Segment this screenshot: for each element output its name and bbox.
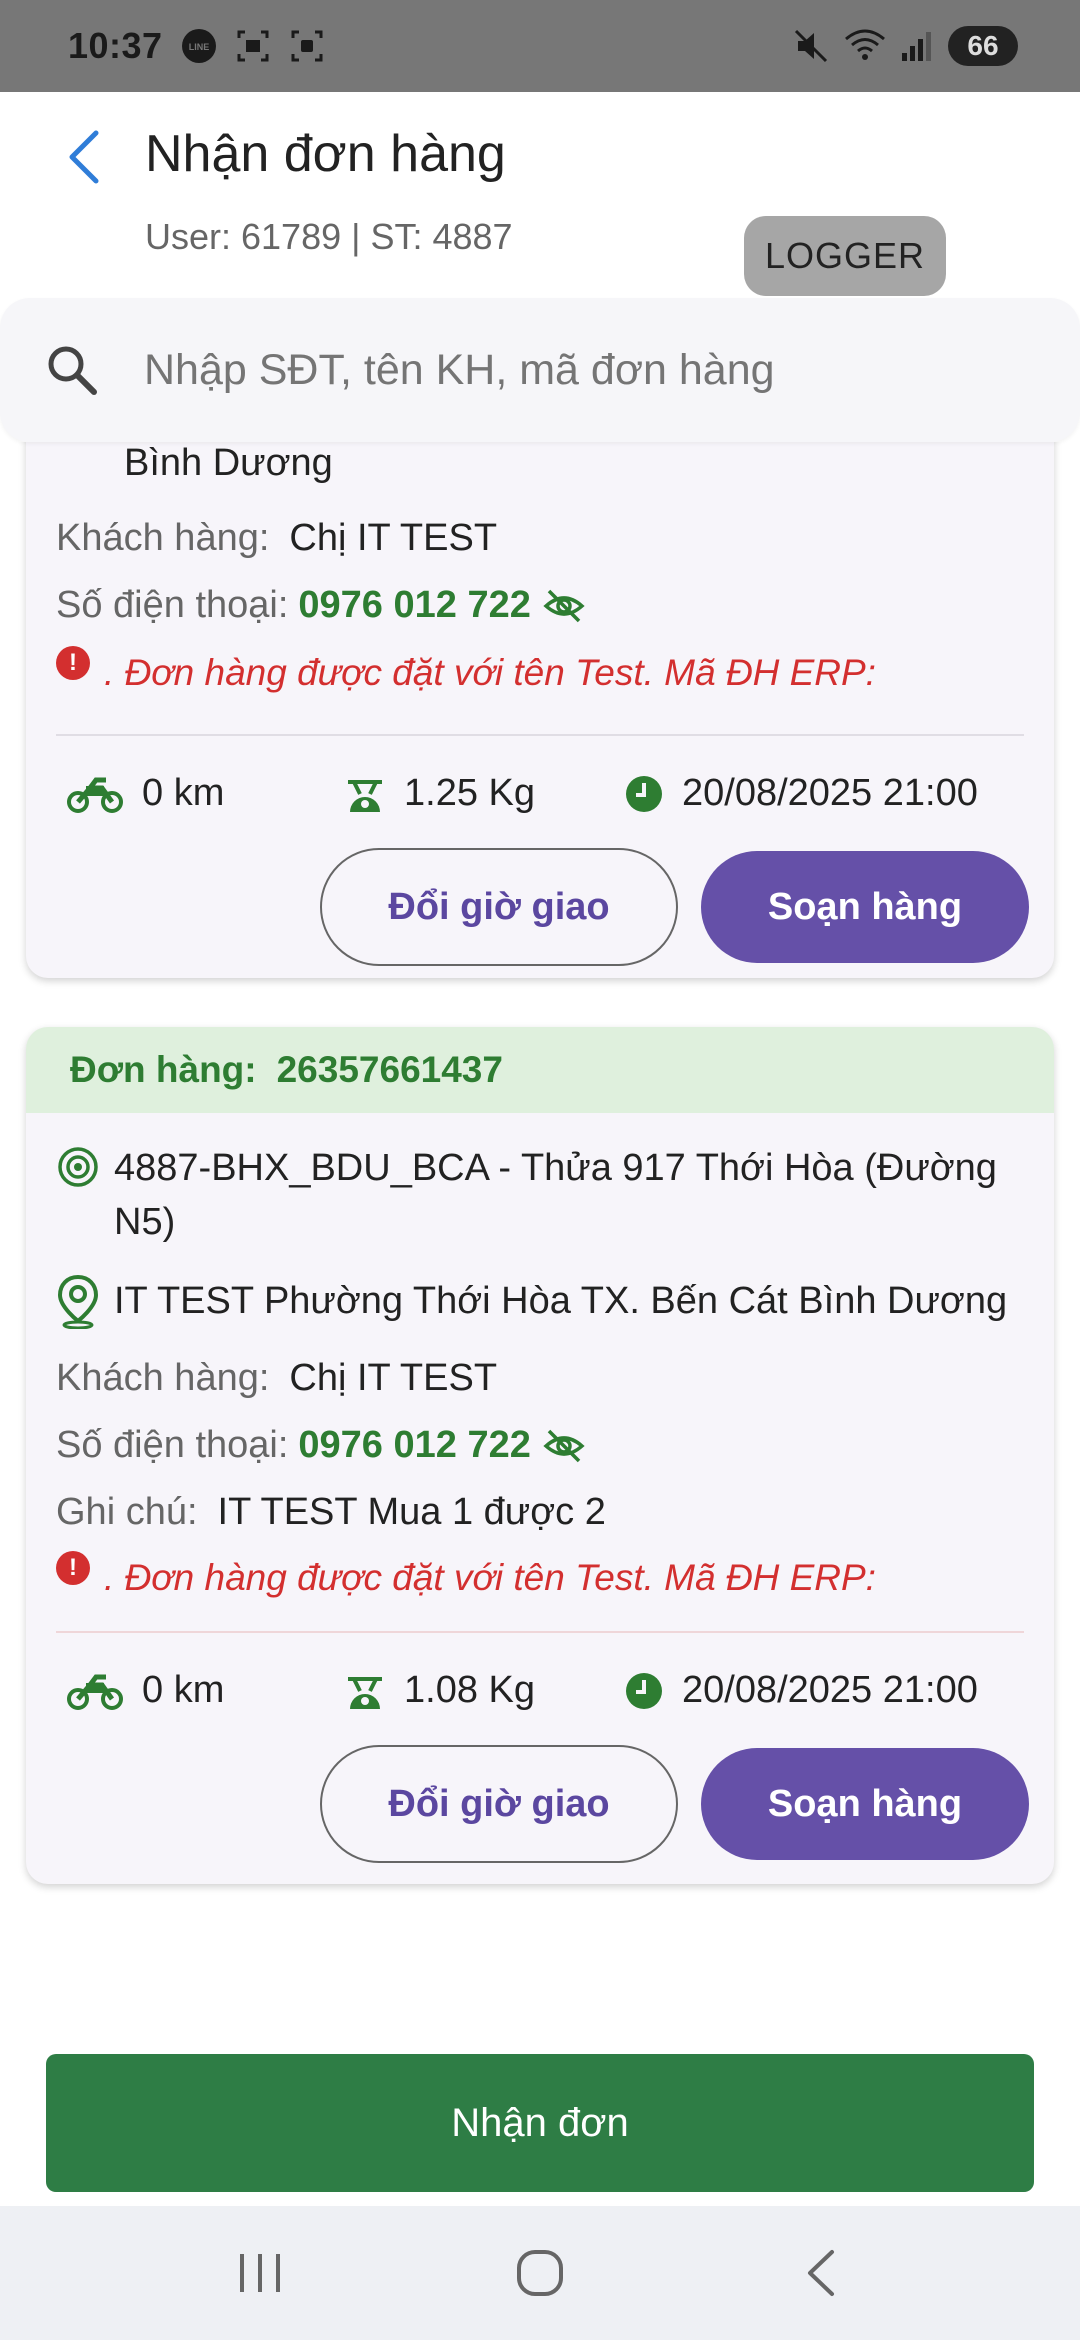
signal-icon	[902, 32, 931, 61]
search-icon	[48, 346, 97, 395]
weight-stat: 1.08 Kg	[344, 1669, 624, 1712]
store-address-line1: 4887-BHX_BDU_BCA - Thửa 917 Thới Hòa (Đư…	[114, 1147, 997, 1189]
order-label: Đơn hàng:	[70, 1049, 257, 1090]
status-bar: 10:37 LINE 66	[0, 0, 1080, 92]
prepare-order-button[interactable]: Soạn hàng	[701, 851, 1029, 963]
customer-name: Chị IT TEST	[289, 517, 498, 559]
system-nav-bar	[0, 2206, 1080, 2340]
delivery-time-stat: 20/08/2025 21:00	[624, 772, 978, 815]
search-bar[interactable]	[0, 298, 1080, 442]
note-row: Ghi chú: IT TEST Mua 1 được 2	[56, 1491, 606, 1534]
change-delivery-time-button[interactable]: Đổi giờ giao	[320, 1745, 678, 1863]
mute-icon	[794, 29, 828, 63]
customer-name: Chị IT TEST	[289, 1357, 498, 1399]
distance-stat: 0 km	[66, 772, 344, 815]
order-stats: 0 km 1.25 Kg 20/08/2025 21:00	[66, 772, 1026, 815]
store-address-row: 4887-BHX_BDU_BCA - Thửa 917 Thới Hòa (Đư…	[56, 1141, 997, 1249]
page-title: Nhận đơn hàng	[145, 125, 506, 183]
note-text: IT TEST Mua 1 được 2	[217, 1491, 606, 1533]
phone-label: Số điện thoại:	[56, 1424, 289, 1466]
prepare-order-button[interactable]: Soạn hàng	[701, 1748, 1029, 1860]
delivery-time-value: 20/08/2025 21:00	[682, 772, 978, 814]
target-icon	[58, 1147, 98, 1187]
battery-indicator: 66	[948, 26, 1018, 66]
order-warning: ! . Đơn hàng được đặt với tên Test. Mã Đ…	[56, 646, 876, 694]
weight-stat: 1.25 Kg	[344, 772, 624, 815]
back-icon	[808, 2250, 834, 2296]
warning-text: . Đơn hàng được đặt với tên Test. Mã ĐH …	[104, 652, 876, 693]
home-icon	[517, 2250, 563, 2296]
motorbike-icon	[67, 1674, 123, 1710]
order-card[interactable]: Bình Dương Khách hàng: Chị IT TEST Số đi…	[26, 442, 1054, 978]
screenshot-icon	[237, 30, 269, 62]
scale-icon	[348, 1676, 382, 1709]
warning-text: . Đơn hàng được đặt với tên Test. Mã ĐH …	[104, 1557, 876, 1598]
customer-row: Khách hàng: Chị IT TEST	[56, 517, 497, 560]
divider	[56, 734, 1024, 736]
svg-text:LINE: LINE	[188, 42, 209, 52]
clock-icon	[626, 1672, 662, 1709]
divider	[56, 1631, 1024, 1633]
customer-label: Khách hàng:	[56, 517, 270, 559]
order-id: 26357661437	[276, 1049, 503, 1090]
delivery-time-stat: 20/08/2025 21:00	[624, 1669, 978, 1712]
home-button[interactable]	[500, 2233, 580, 2313]
customer-address: IT TEST Phường Thới Hòa TX. Bến Cát Bình…	[114, 1279, 1008, 1322]
eye-off-icon[interactable]	[543, 1425, 585, 1467]
distance-value: 0 km	[142, 772, 225, 814]
customer-address-row: IT TEST Phường Thới Hòa TX. Bến Cát Bình…	[56, 1273, 1007, 1329]
phone-row: Số điện thoại: 0976 012 722	[56, 584, 585, 627]
weight-value: 1.25 Kg	[404, 772, 535, 814]
info-icon: !	[56, 646, 90, 680]
motorbike-icon	[67, 777, 123, 813]
line-app-icon: LINE	[181, 29, 216, 63]
phone-row: Số điện thoại: 0976 012 722	[56, 1424, 585, 1467]
search-input[interactable]	[144, 345, 1044, 395]
eye-off-icon[interactable]	[543, 585, 585, 627]
scan-icon	[291, 30, 323, 62]
order-stats: 0 km 1.08 Kg 20/08/2025 21:00	[66, 1669, 1026, 1712]
customer-address-row: Bình Dương	[124, 442, 333, 485]
logger-button[interactable]: LOGGER	[744, 216, 946, 296]
phone-number: 0976 012 722	[298, 584, 531, 626]
status-time: 10:37	[68, 25, 163, 66]
customer-label: Khách hàng:	[56, 1357, 270, 1399]
order-warning: ! . Đơn hàng được đặt với tên Test. Mã Đ…	[56, 1551, 876, 1599]
recent-apps-icon	[240, 2254, 280, 2292]
distance-stat: 0 km	[66, 1669, 344, 1712]
change-delivery-time-button[interactable]: Đổi giờ giao	[320, 848, 678, 966]
app-header: Nhận đơn hàng User: 61789 | ST: 4887 LOG…	[0, 92, 1080, 302]
user-store-info: User: 61789 | ST: 4887	[145, 216, 513, 257]
back-nav-button[interactable]	[780, 2233, 860, 2313]
customer-row: Khách hàng: Chị IT TEST	[56, 1357, 497, 1400]
info-icon: !	[56, 1551, 90, 1585]
chevron-left-icon	[69, 130, 99, 184]
phone-number: 0976 012 722	[298, 1424, 531, 1466]
back-button[interactable]	[58, 122, 108, 192]
scale-icon	[348, 779, 382, 812]
note-label: Ghi chú:	[56, 1491, 198, 1533]
distance-value: 0 km	[142, 1669, 225, 1711]
wifi-icon	[845, 29, 885, 60]
order-card[interactable]: Đơn hàng: 26357661437 4887-BHX_BDU_BCA -…	[26, 1027, 1054, 1884]
order-list[interactable]: Bình Dương Khách hàng: Chị IT TEST Số đi…	[0, 442, 1080, 2042]
accept-order-button[interactable]: Nhận đơn	[46, 2054, 1034, 2192]
location-pin-icon	[57, 1274, 99, 1329]
weight-value: 1.08 Kg	[404, 1669, 535, 1711]
phone-label: Số điện thoại:	[56, 584, 289, 626]
customer-address: Bình Dương	[124, 442, 333, 484]
store-address-line2: N5)	[114, 1201, 176, 1243]
order-header: Đơn hàng: 26357661437	[26, 1027, 1054, 1113]
recent-apps-button[interactable]	[220, 2233, 300, 2313]
delivery-time-value: 20/08/2025 21:00	[682, 1669, 978, 1711]
clock-icon	[626, 775, 662, 812]
